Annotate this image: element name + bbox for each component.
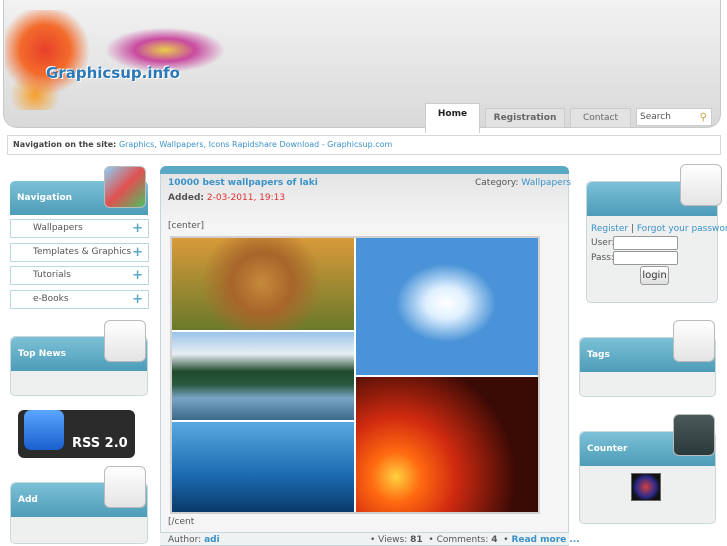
search-placeholder: Search [640, 112, 671, 122]
plus-icon: + [132, 245, 143, 260]
user-input[interactable] [613, 236, 678, 250]
menu-item-tutorials[interactable]: Tutorials + [10, 266, 149, 285]
pass-label: Pass: [591, 253, 614, 263]
navbar-link[interactable]: Graphics, Wallpapers, Icons Rapidshare D… [119, 140, 392, 149]
menu-item-ebooks[interactable]: e-Books + [10, 290, 149, 309]
post-image[interactable] [170, 236, 540, 514]
post-author: Author: adi [168, 535, 220, 545]
post-title[interactable]: 10000 best wallpapers of laki [168, 178, 318, 188]
views-count: 81 [410, 535, 423, 545]
login-links: Register | Forgot your password? [591, 224, 727, 234]
menu-item-wallpapers[interactable]: Wallpapers + [10, 219, 149, 238]
dog-photo [172, 238, 354, 330]
plus-icon: + [132, 221, 143, 236]
views-label: Views: [378, 535, 408, 545]
user-label: User: [591, 238, 615, 248]
thumbs-up-icon [673, 320, 715, 362]
post-body-end: [/cent [168, 517, 195, 527]
plus-icon: + [132, 268, 143, 283]
author-label: Author: [168, 535, 202, 545]
breadcrumb: Navigation on the site: Graphics, Wallpa… [7, 135, 721, 155]
category-link[interactable]: Wallpapers [521, 178, 571, 188]
read-more-link[interactable]: Read more ... [511, 535, 579, 545]
forgot-password-link[interactable]: Forgot your password? [637, 224, 727, 234]
post-stats: • Views: 81 • Comments: 4 • Read more ..… [370, 535, 580, 545]
comments-label: Comments: [436, 535, 489, 545]
news-icon [104, 320, 146, 362]
author-link[interactable]: adi [204, 535, 220, 545]
plane-photo [356, 238, 538, 375]
post-header-bar [160, 166, 569, 174]
menu-label: Tutorials [33, 270, 71, 280]
post-title-link[interactable]: 10000 best wallpapers of laki [168, 178, 318, 188]
register-link[interactable]: Register [591, 224, 628, 234]
logo[interactable]: Graphicsup.info [46, 64, 180, 82]
login-button[interactable]: login [640, 266, 669, 285]
add-box-icon [104, 466, 146, 508]
added-date: 2-03-2011, 19:13 [206, 193, 286, 203]
post-date: Added: 2-03-2011, 19:13 [168, 193, 285, 203]
added-label: Added: [168, 193, 204, 203]
chart-icon [673, 414, 715, 456]
search-icon[interactable]: ⚲ [700, 110, 707, 126]
password-input[interactable] [613, 251, 678, 265]
tab-home[interactable]: Home [425, 103, 480, 133]
user-icon [680, 164, 722, 206]
menu-label: Templates & Graphics [33, 247, 132, 257]
counter-badge[interactable] [631, 473, 661, 501]
search-input[interactable]: Search ⚲ [636, 108, 712, 126]
category-label: Category: [475, 178, 519, 188]
menu-item-templates[interactable]: Templates & Graphics + [10, 243, 149, 262]
post-category: Category: Wallpapers [475, 178, 571, 188]
sunset-photo [356, 377, 538, 512]
menu-label: Wallpapers [33, 223, 83, 233]
plus-icon: + [132, 292, 143, 307]
dolphins-photo [172, 422, 354, 512]
logo-art [5, 10, 235, 110]
rss-button[interactable]: RSS 2.0 [18, 410, 135, 458]
rss-icon [24, 410, 64, 450]
cubes-icon [104, 166, 146, 208]
mountain-photo [172, 332, 354, 420]
tab-registration[interactable]: Registration [485, 108, 565, 128]
menu-label: e-Books [33, 294, 69, 304]
navbar-label: Navigation on the site: [13, 140, 117, 149]
comments-count: 4 [491, 535, 498, 545]
tab-contact[interactable]: Contact [570, 108, 631, 128]
post-body-start: [center] [168, 221, 204, 231]
rss-label: RSS 2.0 [72, 436, 128, 451]
